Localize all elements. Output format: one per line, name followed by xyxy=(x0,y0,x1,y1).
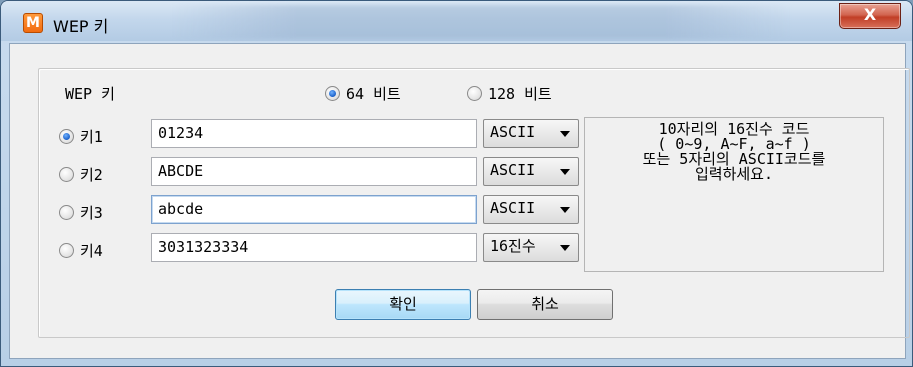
chevron-down-icon xyxy=(560,207,570,213)
close-icon: X xyxy=(863,5,877,24)
key-4-format-select[interactable]: 16진수 xyxy=(483,233,579,262)
key-1-format-select[interactable]: ASCII xyxy=(483,119,579,148)
radio-64-bit-indicator[interactable] xyxy=(325,86,340,101)
chevron-down-icon xyxy=(560,169,570,175)
radio-128-bit-label: 128 비트 xyxy=(488,85,552,103)
key-1-input[interactable]: 01234 xyxy=(151,119,477,148)
radio-key-4-indicator[interactable] xyxy=(59,243,74,258)
chevron-down-icon xyxy=(560,131,570,137)
window-title: WEP 키 xyxy=(53,17,109,36)
radio-key-1[interactable]: 키1 xyxy=(59,126,103,147)
close-button[interactable]: X xyxy=(839,3,901,29)
title-bar-background xyxy=(171,5,791,39)
app-logo-icon: M xyxy=(23,13,43,33)
key-3-label: 키3 xyxy=(80,204,103,222)
key-2-label: 키2 xyxy=(80,166,103,184)
radio-64-bit-label: 64 비트 xyxy=(346,85,401,103)
key-2-format-select[interactable]: ASCII xyxy=(483,157,579,186)
ok-button[interactable]: 확인 xyxy=(335,289,471,320)
radio-key-1-indicator[interactable] xyxy=(59,129,74,144)
wep-key-group: WEP 키 64 비트 128 비트 키1 01234 ASCII 키2 ABC… xyxy=(38,68,910,338)
radio-key-4[interactable]: 키4 xyxy=(59,240,103,261)
help-line-4: 입력하세요. xyxy=(694,165,774,183)
cancel-button[interactable]: 취소 xyxy=(477,289,613,320)
title-bar[interactable]: M WEP 키 X xyxy=(1,1,912,41)
radio-key-3-indicator[interactable] xyxy=(59,205,74,220)
radio-128-bit-indicator[interactable] xyxy=(467,86,482,101)
key-4-format-value: 16진수 xyxy=(490,237,536,255)
key-4-input[interactable]: 3031323334 xyxy=(151,233,477,262)
dialog-window: M WEP 키 X WEP 키 64 비트 128 비트 키1 01234 AS… xyxy=(0,0,913,367)
radio-key-3[interactable]: 키3 xyxy=(59,202,103,223)
radio-64-bit[interactable]: 64 비트 xyxy=(325,83,401,104)
group-label: WEP 키 xyxy=(65,85,115,103)
dialog-client-area: WEP 키 64 비트 128 비트 키1 01234 ASCII 키2 ABC… xyxy=(9,43,910,359)
key-1-label: 키1 xyxy=(80,128,103,146)
key-3-format-value: ASCII xyxy=(490,199,536,217)
chevron-down-icon xyxy=(560,245,570,251)
radio-128-bit[interactable]: 128 비트 xyxy=(467,83,552,104)
help-text-box: 10자리의 16진수 코드 ( 0~9, A~F, a~f ) 또는 5자리의 … xyxy=(584,117,884,272)
key-1-format-value: ASCII xyxy=(490,123,536,141)
key-3-input[interactable]: abcde xyxy=(151,195,477,224)
key-2-input[interactable]: ABCDE xyxy=(151,157,477,186)
radio-key-2-indicator[interactable] xyxy=(59,167,74,182)
key-4-label: 키4 xyxy=(80,242,103,260)
radio-key-2[interactable]: 키2 xyxy=(59,164,103,185)
key-2-format-value: ASCII xyxy=(490,161,536,179)
key-3-format-select[interactable]: ASCII xyxy=(483,195,579,224)
